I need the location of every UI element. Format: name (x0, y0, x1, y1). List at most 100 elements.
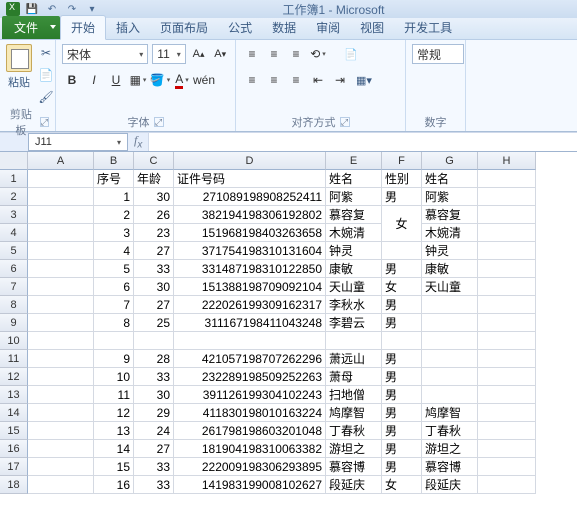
cell[interactable]: 丁春秋 (422, 422, 478, 440)
cell[interactable]: 扫地僧 (326, 386, 382, 404)
cell[interactable]: 27 (134, 242, 174, 260)
cell[interactable]: 男 (382, 422, 422, 440)
cell[interactable]: 3 (94, 224, 134, 242)
align-right-icon[interactable]: ≡ (286, 70, 306, 90)
select-all-corner[interactable] (0, 152, 28, 170)
row-header[interactable]: 3 (0, 206, 28, 224)
cell[interactable]: 331487198310122850 (174, 260, 326, 278)
cell[interactable] (28, 440, 94, 458)
cell[interactable]: 7 (94, 296, 134, 314)
cell[interactable]: 382194198306192802 (174, 206, 326, 224)
cell[interactable] (28, 188, 94, 206)
font-launcher-icon[interactable]: ⤢ (154, 117, 164, 127)
cell[interactable]: 16 (94, 476, 134, 494)
cell[interactable] (422, 296, 478, 314)
qat-more-icon[interactable]: ▾ (84, 2, 100, 16)
cell[interactable]: 慕容复 (326, 206, 382, 224)
cell[interactable] (28, 278, 94, 296)
undo-icon[interactable]: ↶ (44, 2, 60, 16)
decrease-indent-icon[interactable]: ⇤ (308, 70, 328, 90)
wrap-text-button[interactable]: 📄 (340, 44, 362, 64)
cell[interactable]: 阿紫 (326, 188, 382, 206)
font-size-combo[interactable]: 11▾ (152, 44, 185, 64)
cell[interactable] (478, 278, 536, 296)
cell[interactable] (478, 260, 536, 278)
cell[interactable] (422, 314, 478, 332)
cell[interactable]: 男 (382, 350, 422, 368)
tab-data[interactable]: 数据 (262, 16, 306, 39)
cell[interactable] (94, 332, 134, 350)
cell[interactable]: 男 (382, 440, 422, 458)
cell[interactable]: 24 (134, 422, 174, 440)
cell[interactable]: 371754198310131604 (174, 242, 326, 260)
col-header-B[interactable]: B (94, 152, 134, 170)
cell[interactable]: 28 (134, 350, 174, 368)
col-header-C[interactable]: C (134, 152, 174, 170)
cell[interactable] (326, 332, 382, 350)
cell[interactable]: 261798198603201048 (174, 422, 326, 440)
italic-button[interactable]: I (84, 70, 104, 90)
spreadsheet-grid[interactable]: 1序号年龄证件号码姓名性别姓名2130271089198908252411阿紫男… (0, 170, 577, 494)
cell[interactable]: 222009198306293895 (174, 458, 326, 476)
cell[interactable] (28, 260, 94, 278)
cell[interactable]: 慕容博 (422, 458, 478, 476)
paste-button[interactable]: 粘贴 (6, 44, 32, 106)
cell[interactable]: 4 (94, 242, 134, 260)
cell[interactable] (478, 350, 536, 368)
cell[interactable]: 女 (382, 206, 422, 224)
row-header[interactable]: 8 (0, 296, 28, 314)
cell[interactable] (478, 206, 536, 224)
cell[interactable]: 26 (134, 206, 174, 224)
cell[interactable]: 丁春秋 (326, 422, 382, 440)
cell[interactable]: 李碧云 (326, 314, 382, 332)
cell[interactable] (422, 332, 478, 350)
cell[interactable] (28, 422, 94, 440)
cell[interactable]: 151968198403263658 (174, 224, 326, 242)
cell[interactable] (478, 476, 536, 494)
row-header[interactable]: 12 (0, 368, 28, 386)
cut-icon[interactable]: ✂ (36, 44, 56, 62)
cell[interactable]: 李秋水 (326, 296, 382, 314)
cell[interactable]: 13 (94, 422, 134, 440)
col-header-F[interactable]: F (382, 152, 422, 170)
format-painter-icon[interactable]: 🖌 (36, 88, 56, 106)
cell[interactable] (478, 170, 536, 188)
cell[interactable]: 311167198411043248 (174, 314, 326, 332)
cell[interactable]: 男 (382, 458, 422, 476)
redo-icon[interactable]: ↷ (64, 2, 80, 16)
cell[interactable] (28, 170, 94, 188)
cell[interactable] (28, 224, 94, 242)
cell[interactable]: 141983199008102627 (174, 476, 326, 494)
cell[interactable] (478, 224, 536, 242)
cell[interactable]: 慕容博 (326, 458, 382, 476)
col-header-A[interactable]: A (28, 152, 94, 170)
cell[interactable]: 年龄 (134, 170, 174, 188)
cell[interactable]: 女 (382, 278, 422, 296)
cell[interactable] (174, 332, 326, 350)
cell[interactable]: 证件号码 (174, 170, 326, 188)
align-left-icon[interactable]: ≡ (242, 70, 262, 90)
cell[interactable] (422, 368, 478, 386)
cell[interactable]: 姓名 (326, 170, 382, 188)
cell[interactable] (382, 242, 422, 260)
tab-home[interactable]: 开始 (60, 15, 106, 40)
cell[interactable]: 33 (134, 368, 174, 386)
save-icon[interactable]: 💾 (24, 2, 40, 16)
cell[interactable] (478, 242, 536, 260)
increase-indent-icon[interactable]: ⇥ (330, 70, 350, 90)
cell[interactable] (422, 386, 478, 404)
tab-review[interactable]: 审阅 (306, 16, 350, 39)
font-color-button[interactable]: A (172, 70, 192, 90)
merge-center-button[interactable]: ▦▾ (352, 70, 376, 90)
cell[interactable] (478, 368, 536, 386)
cell[interactable] (28, 206, 94, 224)
cell[interactable]: 木婉清 (422, 224, 478, 242)
row-header[interactable]: 9 (0, 314, 28, 332)
align-middle-icon[interactable]: ≡ (264, 44, 284, 64)
cell[interactable]: 33 (134, 458, 174, 476)
cell[interactable]: 232289198509252263 (174, 368, 326, 386)
cell[interactable] (478, 314, 536, 332)
cell[interactable]: 姓名 (422, 170, 478, 188)
cell[interactable]: 天山童 (422, 278, 478, 296)
formula-bar[interactable] (148, 133, 577, 151)
